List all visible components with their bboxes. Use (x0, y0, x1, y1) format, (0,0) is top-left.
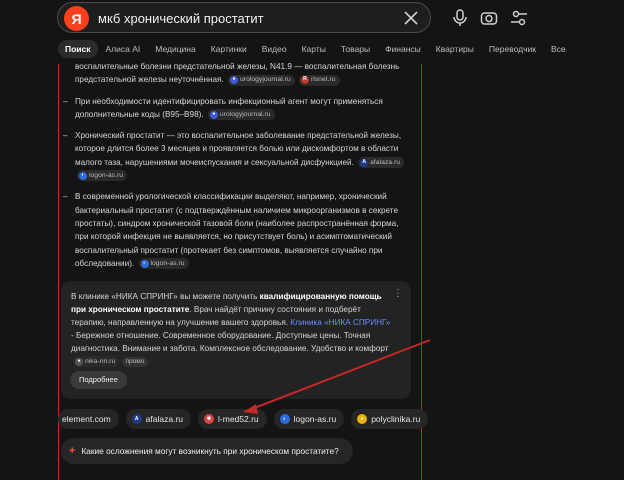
tab-all[interactable]: Все (544, 40, 573, 58)
source-badge[interactable]: Aafalaza.ru (358, 157, 404, 169)
logon-icon: ◐ (140, 259, 149, 268)
site-icon: ● (75, 357, 83, 366)
tab-apartments[interactable]: Квартиры (429, 40, 481, 58)
answer-text: В современной урологической классификаци… (75, 192, 399, 268)
camera-icon[interactable] (480, 9, 498, 27)
source-chips: element.com Aafalaza.ru ✱ l-med52.ru ◐ log… (58, 409, 429, 429)
source-label: afalaza.ru (370, 158, 400, 166)
clinic-link[interactable]: Клиника «НИКА СПРИНГ» (290, 318, 390, 327)
ai-answer: воспалительные болезни предстательной же… (63, 60, 407, 278)
ad-intro: В клинике «НИКА СПРИНГ» вы можете получи… (71, 292, 260, 301)
chip-label: logon-as.ru (293, 414, 337, 424)
chip-afalaza[interactable]: Aafalaza.ru (125, 409, 192, 429)
source-label: urologyjournal.ru (240, 76, 291, 84)
tab-medicine[interactable]: Медицина (148, 40, 202, 58)
tab-products[interactable]: Товары (334, 40, 377, 58)
chip-label: l-med52.ru (218, 414, 259, 424)
source-badge[interactable]: ● urologyjournal.ru (228, 74, 295, 86)
more-options-icon[interactable]: ⋮ (393, 287, 403, 300)
globe-icon: ● (230, 76, 239, 85)
settings-sliders-icon[interactable] (510, 9, 528, 27)
list-item: – Хронический простатит — это воспалител… (63, 129, 407, 182)
close-icon[interactable] (402, 9, 420, 27)
search-bar[interactable]: Я мкб хронический простатит (57, 2, 431, 33)
microphone-icon[interactable] (451, 9, 469, 27)
chip-label: afalaza.ru (145, 414, 184, 424)
source-label: rlsnet.ru (310, 76, 336, 84)
tab-finance[interactable]: Финансы (378, 40, 428, 58)
source-badge[interactable]: ● urologyjournal.ru (207, 109, 275, 121)
bullet-dash: – (63, 192, 68, 202)
afalaza-icon: A (360, 158, 369, 167)
list-item: – В современной урологической классифика… (63, 190, 407, 270)
promo-badge: промо (121, 356, 149, 367)
source-label: urologyjournal.ru (219, 111, 271, 119)
logon-icon: ◐ (79, 171, 87, 180)
list-item: – При необходимости идентифицировать инф… (63, 95, 407, 122)
answer-text: Хронический простатит — это воспалительн… (75, 131, 402, 167)
bullet-dash: – (63, 131, 68, 141)
chip-logon[interactable]: ◐ logon-as.ru (273, 409, 345, 429)
chip-lmed52[interactable]: ✱ l-med52.ru (198, 409, 267, 429)
tab-maps[interactable]: Карты (295, 40, 333, 58)
source-label: logon-as.ru (150, 260, 185, 268)
tab-video[interactable]: Видео (255, 40, 294, 58)
search-tabs: Поиск Алиса AI Медицина Картинки Видео К… (58, 38, 574, 60)
logon-icon: ◐ (279, 414, 290, 424)
chip-label: element.com (62, 414, 111, 424)
source-label: logon-as.ru (89, 172, 124, 180)
related-question-text: Какие осложнения могут возникнуть при хр… (81, 446, 339, 456)
search-input[interactable]: мкб хронический простатит (98, 11, 264, 26)
list-item: воспалительные болезни предстательной же… (63, 60, 407, 87)
bullet-dash: – (63, 96, 68, 106)
tab-translator[interactable]: Переводчик (482, 40, 543, 58)
lmed-icon: ✱ (204, 414, 215, 424)
plus-icon: + (69, 445, 76, 457)
source-badge[interactable]: ◐ logon-as.ru (77, 170, 128, 182)
more-button[interactable]: Подробнее (70, 371, 127, 389)
tab-search[interactable]: Поиск (58, 40, 98, 58)
site-label: nika-nn.ru (85, 358, 116, 366)
source-badge[interactable]: ◐ logon-as.ru (138, 258, 189, 270)
chip-polyclinika[interactable]: ● polyclinika.ru (351, 409, 429, 429)
yandex-logo[interactable]: Я (64, 6, 89, 31)
ad-description: - Бережное отношение. Современное оборуд… (71, 331, 389, 353)
chip-element[interactable]: element.com (58, 409, 119, 429)
tab-images[interactable]: Картинки (204, 40, 254, 58)
globe-icon: ● (209, 110, 218, 119)
chip-label: polyclinika.ru (371, 414, 421, 424)
tab-alice[interactable]: Алиса AI (99, 40, 148, 58)
related-question[interactable]: + Какие осложнения могут возникнуть при … (61, 438, 353, 464)
afalaza-icon: A (131, 414, 142, 424)
polyclinika-icon: ● (357, 414, 368, 424)
promo-card[interactable]: ⋮ В клинике «НИКА СПРИНГ» вы можете полу… (61, 281, 411, 399)
site-badge[interactable]: ● nika-nn.ru (73, 356, 120, 368)
source-badge[interactable]: Rrlsnet.ru (298, 74, 340, 86)
rls-icon: R (300, 76, 309, 85)
